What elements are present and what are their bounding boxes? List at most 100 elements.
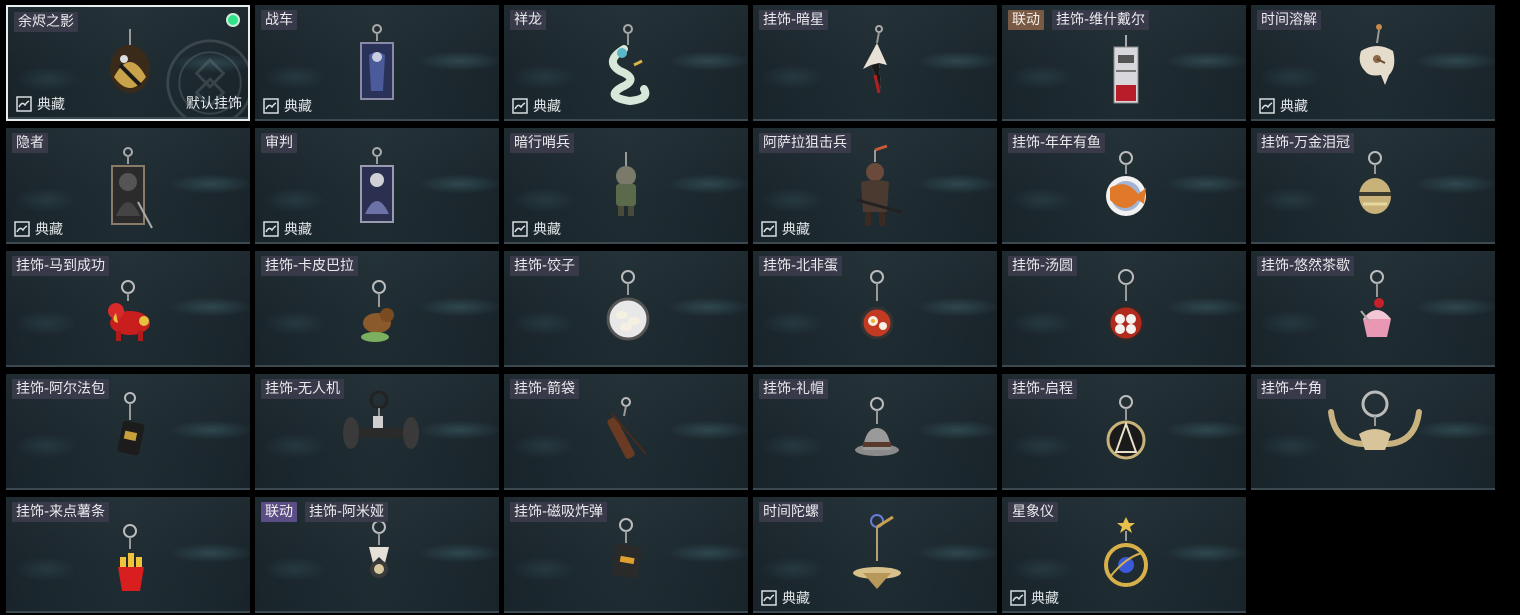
charm-card-6[interactable]: 时间溶解典藏 (1251, 5, 1495, 121)
rarity-label: 典藏 (782, 591, 810, 607)
charm-card-20[interactable]: 挂饰-无人机 (255, 374, 499, 490)
charm-card-7[interactable]: 隐者典藏 (6, 128, 250, 244)
rarity-label: 典藏 (284, 99, 312, 115)
rarity-badge: 典藏 (1010, 589, 1059, 607)
charm-card-19[interactable]: 挂饰-阿尔法包 (6, 374, 250, 490)
rarity-label: 典藏 (533, 99, 561, 115)
charm-card-11[interactable]: 挂饰-年年有鱼 (1002, 128, 1246, 244)
rarity-label: 典藏 (284, 222, 312, 238)
charm-card-15[interactable]: 挂饰-饺子 (504, 251, 748, 367)
collab-badge: 联动 (261, 502, 297, 522)
collection-icon (1259, 98, 1275, 114)
collection-icon (263, 98, 279, 114)
charm-name-label: 时间溶解 (1257, 10, 1321, 30)
charm-name-label: 挂饰-阿米娅 (305, 502, 389, 522)
card-divider (1251, 488, 1495, 490)
card-divider (504, 242, 748, 244)
charm-card-13[interactable]: 挂饰-马到成功 (6, 251, 250, 367)
charm-name-label: 余烬之影 (14, 12, 78, 32)
charm-name-label: 挂饰-汤圆 (1008, 256, 1078, 276)
card-divider (1002, 488, 1246, 490)
rarity-label: 典藏 (35, 222, 63, 238)
charm-card-8[interactable]: 审判典藏 (255, 128, 499, 244)
rarity-label: 典藏 (782, 222, 810, 238)
charm-card-28[interactable]: 时间陀螺典藏 (753, 497, 997, 613)
card-divider (504, 488, 748, 490)
charm-card-3[interactable]: 祥龙 典藏 (504, 5, 748, 121)
charm-card-16[interactable]: 挂饰-北非蛋 (753, 251, 997, 367)
charm-card-29[interactable]: 星象仪 典藏 (1002, 497, 1246, 613)
card-divider (255, 242, 499, 244)
charm-card-21[interactable]: 挂饰-箭袋 (504, 374, 748, 490)
card-divider (255, 488, 499, 490)
charm-name-label: 挂饰-马到成功 (12, 256, 110, 276)
card-divider (255, 365, 499, 367)
card-divider (1251, 365, 1495, 367)
card-divider (1251, 242, 1495, 244)
rarity-badge: 典藏 (761, 220, 810, 238)
card-divider (8, 117, 248, 119)
card-divider (1251, 119, 1495, 121)
rarity-label: 典藏 (533, 222, 561, 238)
charm-card-4[interactable]: 挂饰-暗星 (753, 5, 997, 121)
rarity-badge: 典藏 (512, 220, 561, 238)
collection-icon (761, 221, 777, 237)
rarity-label: 典藏 (1031, 591, 1059, 607)
card-divider (6, 611, 250, 613)
collection-icon (512, 221, 528, 237)
rarity-badge: 典藏 (1259, 97, 1308, 115)
charm-card-1[interactable]: 余烬之影 典藏 默认挂饰 (6, 5, 250, 121)
charm-card-24[interactable]: 挂饰-牛角 (1251, 374, 1495, 490)
collection-icon (512, 98, 528, 114)
charm-name-label: 挂饰-卡皮巴拉 (261, 256, 359, 276)
collection-icon (1010, 590, 1026, 606)
charm-card-12[interactable]: 挂饰-万金泪冠 (1251, 128, 1495, 244)
charm-name-label: 挂饰-磁吸炸弹 (510, 502, 608, 522)
charm-card-26[interactable]: 联动 挂饰-阿米娅 (255, 497, 499, 613)
card-divider (753, 119, 997, 121)
charm-card-14[interactable]: 挂饰-卡皮巴拉 (255, 251, 499, 367)
rarity-badge: 典藏 (512, 97, 561, 115)
card-divider (1002, 365, 1246, 367)
charm-card-10[interactable]: 阿萨拉狙击兵典藏 (753, 128, 997, 244)
charm-card-5[interactable]: 联动 挂饰-维什戴尔 (1002, 5, 1246, 121)
charm-name-label: 隐者 (12, 133, 48, 153)
card-divider (6, 365, 250, 367)
charm-name-label: 暗行哨兵 (510, 133, 574, 153)
charm-name-label: 挂饰-阿尔法包 (12, 379, 110, 399)
card-divider (1002, 119, 1246, 121)
charm-card-23[interactable]: 挂饰-启程 (1002, 374, 1246, 490)
charm-name-label: 阿萨拉狙击兵 (759, 133, 851, 153)
collection-icon (761, 590, 777, 606)
charm-card-18[interactable]: 挂饰-悠然茶歇 (1251, 251, 1495, 367)
card-divider (504, 365, 748, 367)
card-divider (255, 119, 499, 121)
charm-card-17[interactable]: 挂饰-汤圆 (1002, 251, 1246, 367)
charm-name-label: 挂饰-维什戴尔 (1052, 10, 1150, 30)
card-divider (255, 611, 499, 613)
rarity-badge: 典藏 (14, 220, 63, 238)
charm-grid: 余烬之影 典藏 默认挂饰 战车 典藏 祥龙 典藏 挂饰-暗星 联动 挂饰-维什戴尔 时间溶解 典藏 隐者… (6, 5, 1502, 615)
equipped-indicator (226, 13, 240, 27)
charm-name-label: 挂饰-悠然茶歇 (1257, 256, 1355, 276)
charm-name-label: 审判 (261, 133, 297, 153)
card-divider (753, 611, 997, 613)
collection-icon (16, 96, 32, 112)
charm-card-27[interactable]: 挂饰-磁吸炸弹 (504, 497, 748, 613)
charm-card-2[interactable]: 战车 典藏 (255, 5, 499, 121)
charm-card-25[interactable]: 挂饰-来点薯条 (6, 497, 250, 613)
rarity-badge: 典藏 (263, 97, 312, 115)
charm-name-label: 挂饰-来点薯条 (12, 502, 110, 522)
charm-card-22[interactable]: 挂饰-礼帽 (753, 374, 997, 490)
card-divider (1002, 611, 1246, 613)
collection-icon (263, 221, 279, 237)
charm-name-label: 挂饰-暗星 (759, 10, 829, 30)
charm-name-label: 挂饰-北非蛋 (759, 256, 843, 276)
charm-name-label: 时间陀螺 (759, 502, 823, 522)
collab-badge: 联动 (1008, 10, 1044, 30)
rarity-label: 典藏 (1280, 99, 1308, 115)
charm-name-label: 挂饰-牛角 (1257, 379, 1327, 399)
default-charm-label: 默认挂饰 (186, 96, 242, 112)
card-divider (6, 242, 250, 244)
charm-card-9[interactable]: 暗行哨兵典藏 (504, 128, 748, 244)
